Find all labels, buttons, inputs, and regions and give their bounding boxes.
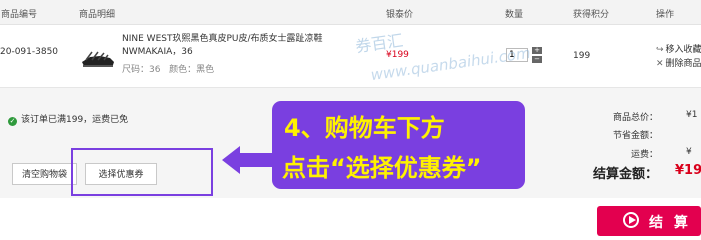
callout-line-1: 4、购物车下方 <box>284 114 445 142</box>
instruction-callout: 4、购物车下方 点击“选择优惠券” <box>272 101 525 189</box>
callout-arrow-head <box>222 146 240 174</box>
check-icon: ✓ <box>8 117 17 126</box>
header-qty: 数量 <box>505 10 524 20</box>
quantity-minus-button[interactable]: − <box>532 56 542 63</box>
size-value: 36 <box>149 65 161 75</box>
checkout-label: 结 算 <box>649 215 691 231</box>
delete-item-link[interactable]: ✕ 删除商品 <box>656 56 701 69</box>
color-label: 颜色： <box>169 65 197 75</box>
header-sku: 商品编号 <box>1 10 38 20</box>
header-price: 银泰价 <box>386 10 414 20</box>
callout-arrow-shaft <box>238 153 274 167</box>
header-action: 操作 <box>656 10 675 20</box>
total-price-value: ¥1 <box>686 110 698 120</box>
free-shipping-text: 该订单已满199，运费已免 <box>21 115 129 125</box>
product-attributes: 尺码：36 颜色：黑色 <box>122 62 214 75</box>
checkout-button[interactable]: 结 算 <box>597 206 701 236</box>
play-icon <box>623 212 639 228</box>
saving-label: 节省金额： <box>612 131 658 141</box>
move-to-favorites-link[interactable]: ↪ 移入收藏 <box>656 42 701 55</box>
size-label: 尺码： <box>122 65 150 75</box>
move-icon: ↪ <box>656 45 664 55</box>
coupon-highlight-box <box>71 148 213 196</box>
product-name-link[interactable]: NINE WEST玖熙黑色真皮PU皮/布质女士露趾凉鞋 NWMAKAIA，36 <box>122 33 367 59</box>
pay-amount-label: 结算金额： <box>592 167 658 182</box>
quantity-plus-button[interactable]: + <box>532 47 542 54</box>
callout-line-2: 点击“选择优惠券” <box>282 154 482 182</box>
move-to-favorites-label: 移入收藏 <box>665 45 701 55</box>
delete-item-label: 删除商品 <box>665 59 701 69</box>
cart-table-header: 商品编号 商品明细 银泰价 数量 获得积分 操作 <box>0 0 701 25</box>
total-price-label: 商品总价： <box>612 113 658 123</box>
color-value: 黑色 <box>196 65 215 75</box>
shipping-value: ¥ <box>686 147 692 157</box>
item-points: 199 <box>573 51 591 61</box>
item-sku: 20-091-3850 <box>0 47 59 57</box>
product-thumbnail[interactable] <box>80 44 116 70</box>
close-icon: ✕ <box>656 59 664 69</box>
free-shipping-notice: ✓ 该订单已满199，运费已免 <box>8 112 128 126</box>
clear-cart-button[interactable]: 清空购物袋 <box>12 163 77 185</box>
pay-amount-value: ¥19 <box>675 163 701 178</box>
header-points: 获得积分 <box>573 10 610 20</box>
shipping-label: 运费： <box>630 150 658 160</box>
header-detail: 商品明细 <box>79 10 116 20</box>
